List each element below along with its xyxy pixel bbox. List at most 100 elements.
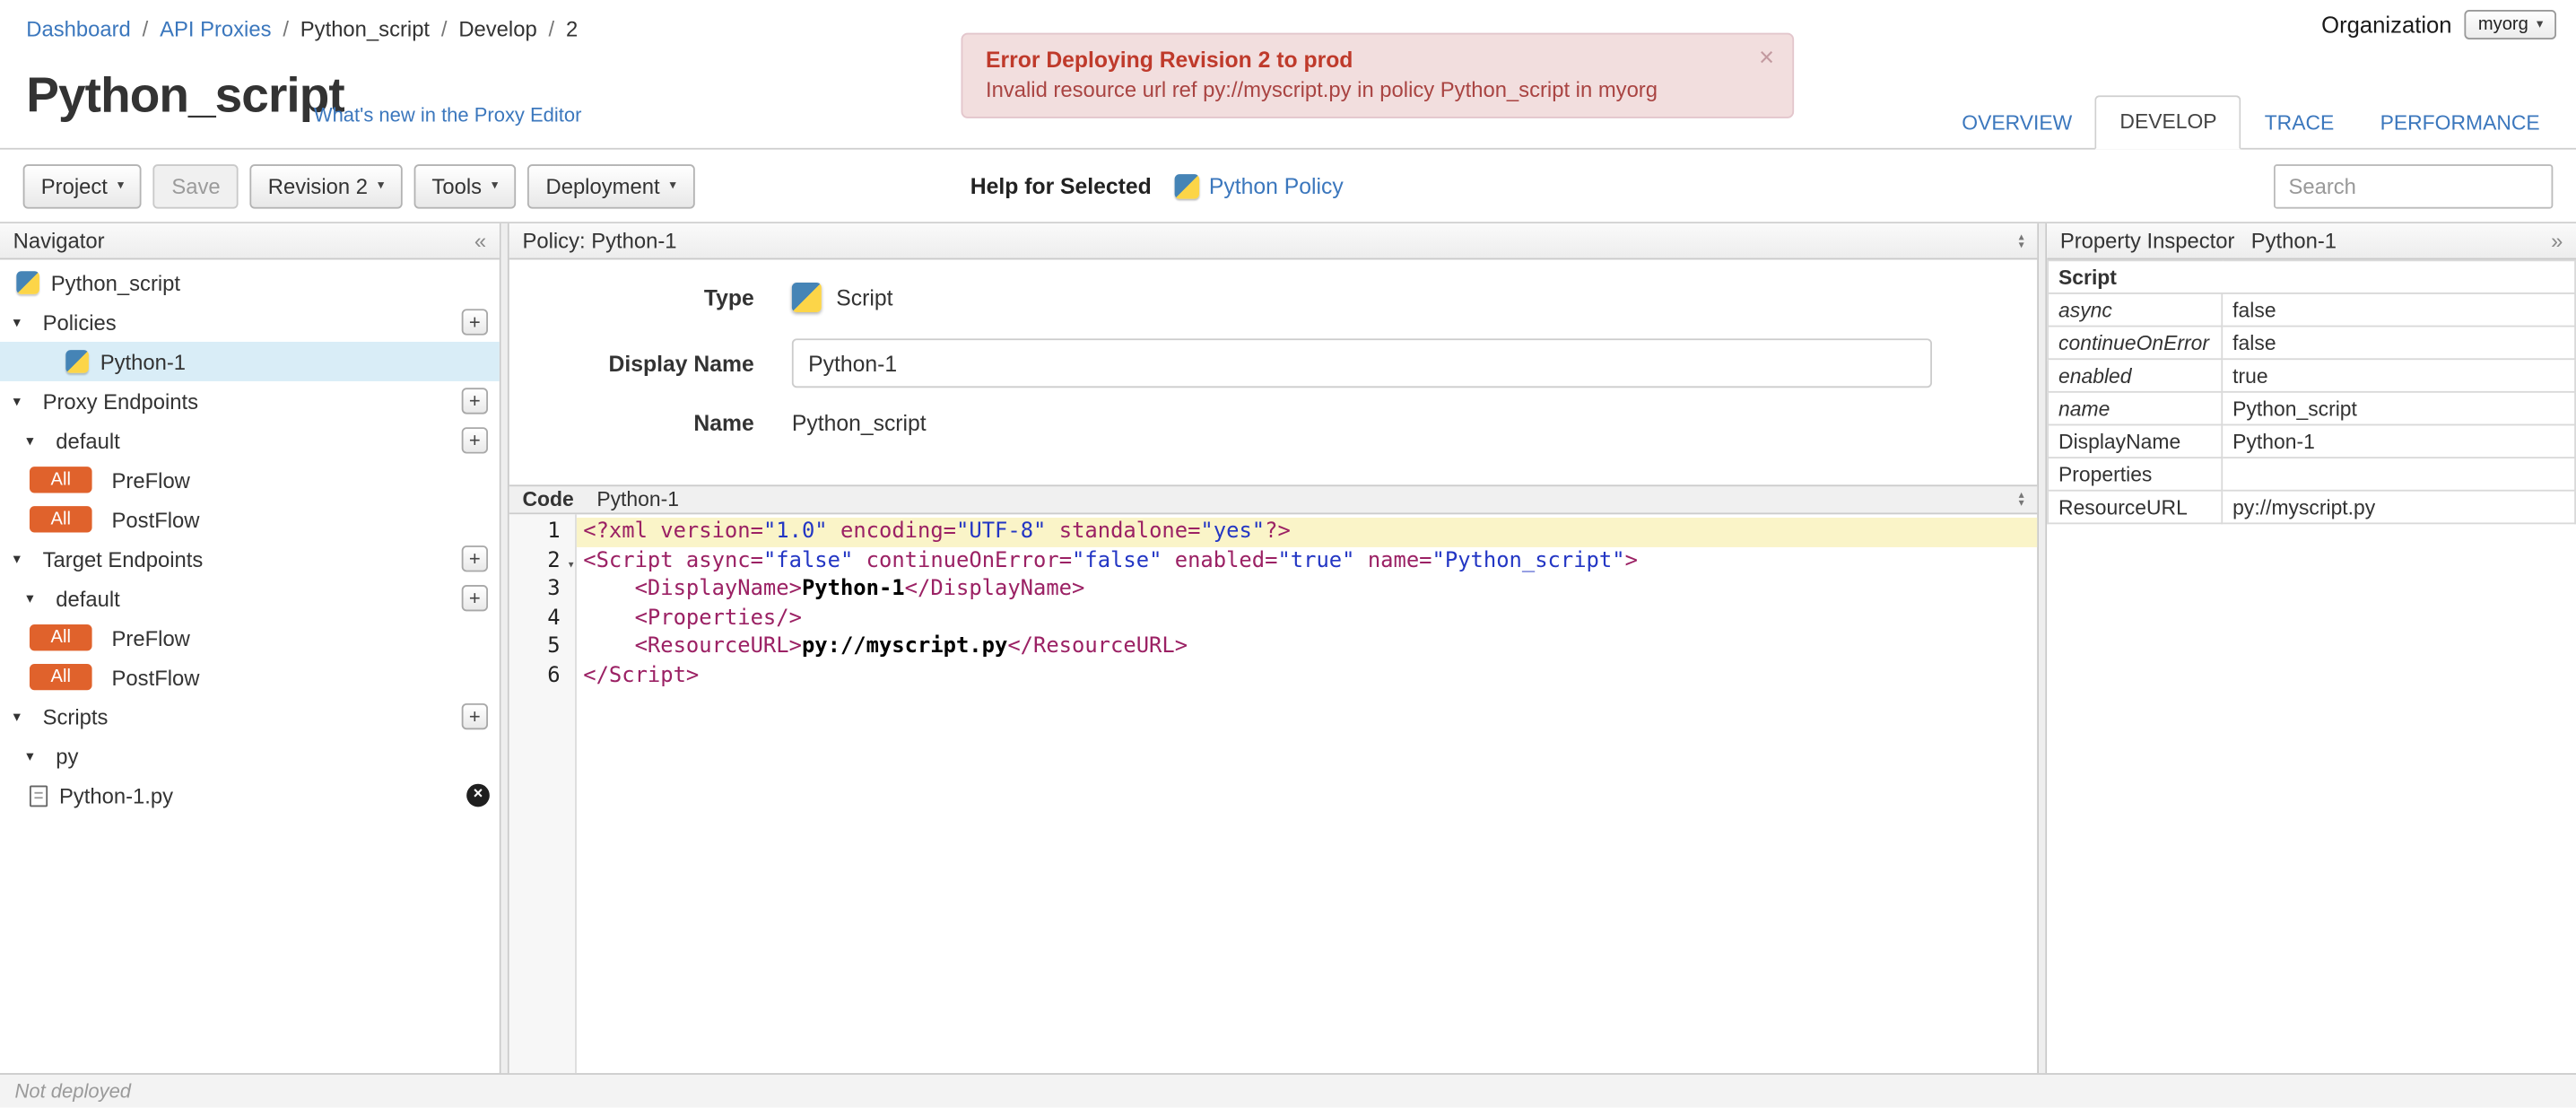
code-line[interactable]: <Properties/> [577,604,2037,633]
page-title: Python_script [26,68,344,124]
add-button[interactable]: + [461,545,488,572]
nav-item-label: PostFlow [111,507,200,532]
code-line[interactable]: <?xml version="1.0" encoding="UTF-8" sta… [576,517,2038,547]
nav-item-label: py [56,743,79,769]
property-row-name: name Python_script [2047,390,2576,426]
property-value[interactable]: Python_script [2221,390,2576,426]
close-icon[interactable]: × [1759,44,1774,74]
code-line[interactable]: </Script> [577,661,2037,690]
nav-row-default[interactable]: ▾ default + [0,579,500,618]
property-value[interactable]: true [2221,358,2576,393]
code-lines[interactable]: <?xml version="1.0" encoding="UTF-8" sta… [576,514,2038,1073]
error-banner: Error Deploying Revision 2 to prod Inval… [961,32,1795,118]
nav-row-policies[interactable]: ▾ Policies + [0,302,500,342]
property-value[interactable]: false [2221,325,2576,361]
code-editor[interactable]: 1 2 ▾ 3 4 5 6 <?xml version="1.0" encoding="UT… [509,514,2038,1074]
code-line[interactable]: <ResourceURL>py://myscript.py</ResourceU… [577,633,2037,661]
tab-trace[interactable]: TRACE [2241,99,2357,150]
chevron-down-icon: ▾ [117,177,125,193]
status-bar: Not deployed [0,1073,2576,1108]
add-button[interactable]: + [461,427,488,454]
nav-item-label: default [56,428,120,453]
nav-row-python-script[interactable]: Python_script [0,263,500,302]
breadcrumb-item-2: 2 [565,16,579,41]
python-policy-link[interactable]: Python Policy [1209,173,1344,197]
property-value[interactable] [2221,457,2576,492]
code-line[interactable]: <Script async="false" continueOnError="f… [577,546,2037,575]
nav-row-postflow[interactable]: All PostFlow [0,658,500,697]
caret-down-icon[interactable]: ▾ [13,392,31,410]
caret-down-icon[interactable]: ▾ [13,708,31,726]
nav-row-py[interactable]: ▾ py [0,737,500,776]
navigator-tree: Python_script ▾ Policies + Python-1 ▾ Proxy En… [0,259,500,1073]
property-inspector-title: Property Inspector [2059,228,2235,254]
tab-overview[interactable]: OVERVIEW [1939,99,2095,150]
nav-item-label: Policies [42,310,117,335]
project-button[interactable]: Project ▾ [22,163,143,208]
caret-down-icon[interactable]: ▾ [26,746,44,764]
nav-row-target-endpoints[interactable]: ▾ Target Endpoints + [0,539,500,579]
breadcrumb: Dashboard / API Proxies / Python_script / Deve… [26,16,578,40]
display-name-input[interactable] [791,338,1932,388]
property-value[interactable]: false [2221,292,2576,327]
delete-file-icon[interactable]: × [466,783,490,807]
add-button[interactable]: + [461,309,488,336]
nav-row-preflow[interactable]: All PreFlow [0,618,500,658]
code-file-name: Python-1 [596,487,679,511]
nav-row-default[interactable]: ▾ default + [0,421,500,460]
caret-down-icon[interactable]: ▾ [13,550,31,568]
breadcrumb-item-dashboard[interactable]: Dashboard [26,16,131,40]
tab-bar: OVERVIEW DEVELOP TRACE PERFORMANCE [1939,95,2563,150]
nav-row-scripts[interactable]: ▾ Scripts + [0,697,500,737]
organization-area: Organization myorg ▾ [2321,9,2557,39]
caret-down-icon[interactable]: ▾ [26,589,44,607]
error-message: Invalid resource url ref py://myscript.p… [985,77,1658,102]
flow-condition-badge: All [29,467,92,493]
breadcrumb-separator: / [142,16,149,41]
property-value[interactable]: Python-1 [2221,423,2576,459]
caret-down-icon[interactable]: ▾ [13,313,31,331]
collapse-section-icon[interactable]: ▴ ▾ [2019,231,2024,250]
fold-caret-icon[interactable]: ▾ [567,550,575,579]
property-key: Properties [2047,457,2224,492]
collapse-panel-icon[interactable]: « [474,229,486,253]
save-button[interactable]: Save [153,163,239,208]
display-name-row: Display Name [509,338,2037,388]
property-value[interactable]: py://myscript.py [2221,489,2576,525]
panel-splitter[interactable] [2039,223,2048,1074]
tab-develop[interactable]: DEVELOP [2094,95,2242,150]
property-key: enabled [2047,358,2224,393]
search-input[interactable] [2273,163,2554,208]
breadcrumb-item-api-proxies[interactable]: API Proxies [160,16,271,40]
nav-row-preflow[interactable]: All PreFlow [0,460,500,500]
expand-panel-icon[interactable]: » [2551,229,2563,253]
navigator-header: Navigator « [0,223,500,260]
caret-down-icon[interactable]: ▾ [26,432,44,449]
nav-item-label: Proxy Endpoints [42,388,199,414]
add-button[interactable]: + [461,388,488,414]
nav-row-python-1[interactable]: Python-1 [0,341,500,381]
organization-select[interactable]: myorg ▾ [2465,9,2557,39]
property-row-script: Script [2047,259,2576,294]
tools-button[interactable]: Tools ▾ [413,163,517,208]
nav-item-label: PostFlow [111,664,200,690]
name-value: Python_script [791,410,927,436]
nav-row-python-1-py[interactable]: Python-1.py × [0,776,500,816]
property-row-enabled: enabled true [2047,358,2576,393]
revision-button[interactable]: Revision 2 ▾ [249,163,403,208]
add-button[interactable]: + [461,702,488,730]
panel-splitter[interactable] [500,223,509,1074]
revision-button-label: Revision 2 [267,173,368,198]
deployment-button[interactable]: Deployment ▾ [527,163,695,208]
collapse-section-icon[interactable]: ▴ ▾ [2019,490,2024,509]
line-number: 4 [547,605,561,631]
whats-new-link[interactable]: What's new in the Proxy Editor [314,103,582,127]
code-line[interactable]: <DisplayName>Python-1</DisplayName> [577,575,2037,604]
tab-performance[interactable]: PERFORMANCE [2357,99,2563,150]
main-area: Navigator « Python_script ▾ Policies + Pytho… [0,223,2576,1074]
python-icon [1174,173,1199,198]
nav-row-postflow[interactable]: All PostFlow [0,500,500,539]
add-button[interactable]: + [461,585,488,612]
nav-row-proxy-endpoints[interactable]: ▾ Proxy Endpoints + [0,381,500,421]
property-row-async: async false [2047,292,2576,327]
